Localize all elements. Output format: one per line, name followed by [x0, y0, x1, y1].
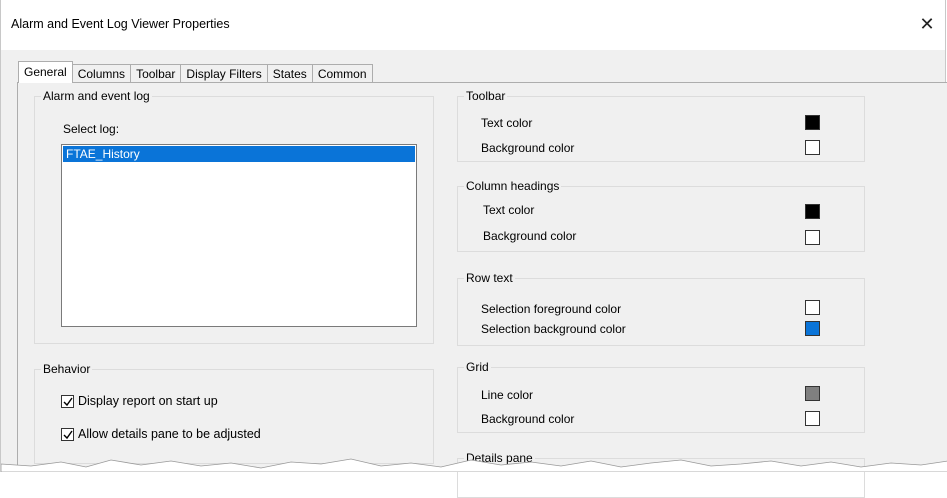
allow-details-label: Allow details pane to be adjusted: [78, 427, 261, 441]
column-headings-text-color-swatch[interactable]: [805, 204, 820, 219]
tab-display-filters[interactable]: Display Filters: [180, 64, 268, 83]
list-item[interactable]: FTAE_History: [63, 146, 415, 162]
display-report-option[interactable]: Display report on start up: [61, 394, 218, 408]
toolbar-background-color-swatch[interactable]: [805, 140, 820, 155]
tab-states[interactable]: States: [266, 64, 313, 83]
group-label: Alarm and event log: [41, 89, 152, 103]
checkmark-icon: [63, 397, 73, 406]
group-label: Grid: [464, 360, 491, 374]
selection-background-color-label: Selection background color: [481, 322, 626, 336]
selection-foreground-color-swatch[interactable]: [805, 300, 820, 315]
group-label: Row text: [464, 271, 515, 285]
torn-edge-decoration: [1, 458, 947, 472]
column-headings-text-color-label: Text color: [483, 203, 535, 217]
tab-common[interactable]: Common: [311, 64, 373, 83]
grid-line-color-label: Line color: [481, 388, 534, 402]
group-label: Behavior: [41, 362, 93, 376]
grid-line-color-swatch[interactable]: [805, 386, 820, 401]
display-report-checkbox[interactable]: [61, 394, 74, 408]
tab-columns[interactable]: Columns: [71, 64, 132, 83]
toolbar-background-color-label: Background color: [481, 141, 575, 155]
column-headings-background-color-label: Background color: [483, 229, 577, 243]
toolbar-text-color-swatch[interactable]: [805, 115, 820, 130]
checkmark-icon: [63, 430, 73, 439]
close-button[interactable]: ✕: [915, 12, 939, 36]
tab-toolbar[interactable]: Toolbar: [130, 64, 182, 83]
tab-strip: General Columns Toolbar Display Filters …: [18, 61, 373, 83]
column-headings-background-color-swatch[interactable]: [805, 230, 820, 245]
grid-background-color-swatch[interactable]: [805, 411, 820, 426]
display-report-label: Display report on start up: [78, 394, 218, 408]
selection-foreground-color-label: Selection foreground color: [481, 302, 622, 316]
title-bar: Alarm and Event Log Viewer Properties ✕: [1, 0, 945, 50]
tab-general[interactable]: General: [18, 61, 73, 83]
grid-background-color-label: Background color: [481, 412, 575, 426]
group-label: Toolbar: [464, 89, 508, 103]
properties-dialog: Alarm and Event Log Viewer Properties ✕ …: [0, 0, 947, 498]
allow-details-checkbox[interactable]: [61, 427, 74, 441]
allow-details-option[interactable]: Allow details pane to be adjusted: [61, 427, 261, 441]
select-log-label: Select log:: [63, 122, 120, 136]
group-label: Column headings: [464, 179, 562, 193]
log-listbox[interactable]: FTAE_History: [61, 144, 417, 327]
toolbar-text-color-label: Text color: [481, 116, 533, 130]
window-title: Alarm and Event Log Viewer Properties: [11, 17, 230, 31]
selection-background-color-swatch[interactable]: [805, 321, 820, 336]
